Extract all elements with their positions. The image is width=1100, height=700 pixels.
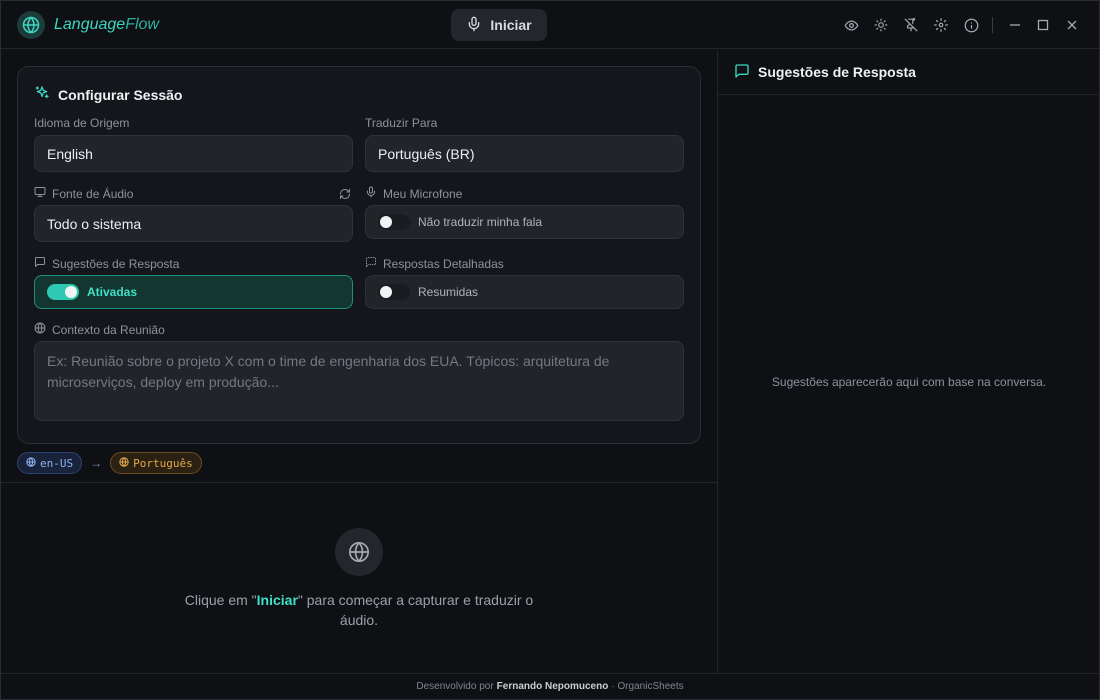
suggestions-empty-text: Sugestões aparecerão aqui com base na co…: [771, 375, 1047, 389]
empty-text-before: Clique em ": [184, 592, 257, 608]
microphone-label: Meu Microfone: [365, 186, 462, 201]
source-language-label-text: Idioma de Origem: [34, 116, 130, 130]
detailed-toggle[interactable]: Resumidas: [365, 275, 684, 309]
app-title-part2: Flow: [125, 16, 159, 33]
microphone-toggle[interactable]: Não traduzir minha fala: [365, 205, 684, 239]
pin-off-icon[interactable]: [901, 15, 921, 35]
detailed-label: Respostas Detalhadas: [365, 256, 504, 271]
mic-icon: [466, 16, 482, 35]
audio-source-value: Todo o sistema: [47, 215, 142, 232]
main-panel: Configurar Sessão Idioma de Origem Engli…: [1, 50, 717, 673]
footer-author: Fernando Nepomuceno: [496, 681, 609, 692]
empty-text-after: " para começar a capturar e traduzir o á…: [297, 592, 534, 628]
sparkles-icon: [34, 85, 50, 104]
gear-icon[interactable]: [931, 15, 951, 35]
session-config-title: Configurar Sessão: [34, 85, 182, 104]
monitor-icon: [34, 186, 46, 201]
arrow-icon: →: [90, 456, 103, 470]
footer-prefix: Desenvolvido por: [416, 681, 494, 692]
title-bar: LanguageFlow Iniciar: [1, 1, 1099, 49]
context-placeholder: Ex: Reunião sobre o projeto X com o time…: [47, 353, 610, 390]
target-chip-label: Português: [133, 456, 193, 470]
message-icon: [734, 63, 750, 82]
audio-source-label: Fonte de Áudio: [34, 186, 133, 201]
context-textarea[interactable]: Ex: Reunião sobre o projeto X com o time…: [34, 341, 684, 421]
toolbar-separator: [992, 17, 993, 33]
source-language-select[interactable]: English: [34, 135, 353, 172]
suggestions-switch[interactable]: [47, 284, 79, 300]
globe-small-icon: [34, 322, 46, 337]
microphone-label-text: Meu Microfone: [383, 186, 463, 201]
suggestions-toggle-label: Ativadas: [87, 285, 138, 299]
globe-logo-icon: [17, 11, 45, 39]
refresh-icon[interactable]: [339, 187, 351, 205]
context-label-text: Contexto da Reunião: [52, 322, 165, 337]
source-language-label: Idioma de Origem: [34, 116, 129, 130]
section-divider: [1, 482, 717, 483]
empty-text-highlight: Iniciar: [256, 592, 298, 608]
target-language-label: Traduzir Para: [365, 116, 437, 130]
sun-icon[interactable]: [871, 15, 891, 35]
mic-small-icon: [365, 186, 377, 201]
detailed-toggle-label: Resumidas: [418, 285, 479, 299]
target-language-label-text: Traduzir Para: [365, 116, 438, 130]
suggestions-panel-title: Sugestões de Resposta: [758, 64, 916, 80]
language-chips: en-US → Português: [17, 452, 202, 474]
audio-source-label-text: Fonte de Áudio: [52, 186, 134, 201]
footer-suffix: · OrganicSheets: [611, 681, 684, 692]
detailed-switch[interactable]: [378, 284, 410, 300]
audio-source-select[interactable]: Todo o sistema: [34, 205, 353, 242]
suggestions-label: Sugestões de Resposta: [34, 256, 179, 271]
session-config-card: Configurar Sessão Idioma de Origem Engli…: [17, 66, 701, 444]
target-language-select[interactable]: Português (BR): [365, 135, 684, 172]
context-label: Contexto da Reunião: [34, 322, 165, 337]
globe-chip-icon: [26, 456, 36, 470]
source-chip-label: en-US: [40, 456, 74, 470]
info-icon[interactable]: [961, 15, 981, 35]
source-language-chip: en-US: [17, 452, 83, 474]
footer: Desenvolvido por Fernando Nepomuceno · O…: [1, 673, 1099, 699]
empty-state-text: Clique em "Iniciar" para começar a captu…: [181, 590, 537, 630]
microphone-switch[interactable]: [378, 214, 410, 230]
maximize-icon[interactable]: [1033, 15, 1053, 35]
eye-icon[interactable]: [841, 15, 861, 35]
minimize-icon[interactable]: [1005, 15, 1025, 35]
app-window: LanguageFlow Iniciar Configurar Sessão I…: [0, 0, 1100, 700]
detailed-label-text: Respostas Detalhadas: [383, 256, 504, 271]
microphone-toggle-label: Não traduzir minha fala: [418, 215, 543, 229]
start-button-label: Iniciar: [490, 17, 532, 33]
app-title: LanguageFlow: [54, 16, 159, 34]
suggestions-toggle[interactable]: Ativadas: [34, 275, 353, 309]
source-language-value: English: [47, 145, 93, 162]
target-language-value: Português (BR): [378, 145, 475, 162]
session-config-title-text: Configurar Sessão: [58, 86, 183, 103]
message-dots-icon: [365, 256, 377, 271]
close-icon[interactable]: [1062, 15, 1082, 35]
message-icon: [34, 256, 46, 271]
globe-empty-icon: [335, 528, 383, 576]
start-button[interactable]: Iniciar: [451, 9, 547, 41]
suggestions-panel-header: Sugestões de Resposta: [718, 50, 1100, 95]
globe-chip-icon: [119, 456, 129, 470]
suggestions-panel: Sugestões de Resposta Sugestões aparecer…: [717, 50, 1100, 673]
target-language-chip: Português: [110, 452, 202, 474]
app-title-part1: Language: [54, 16, 126, 33]
suggestions-label-text: Sugestões de Resposta: [52, 256, 180, 271]
